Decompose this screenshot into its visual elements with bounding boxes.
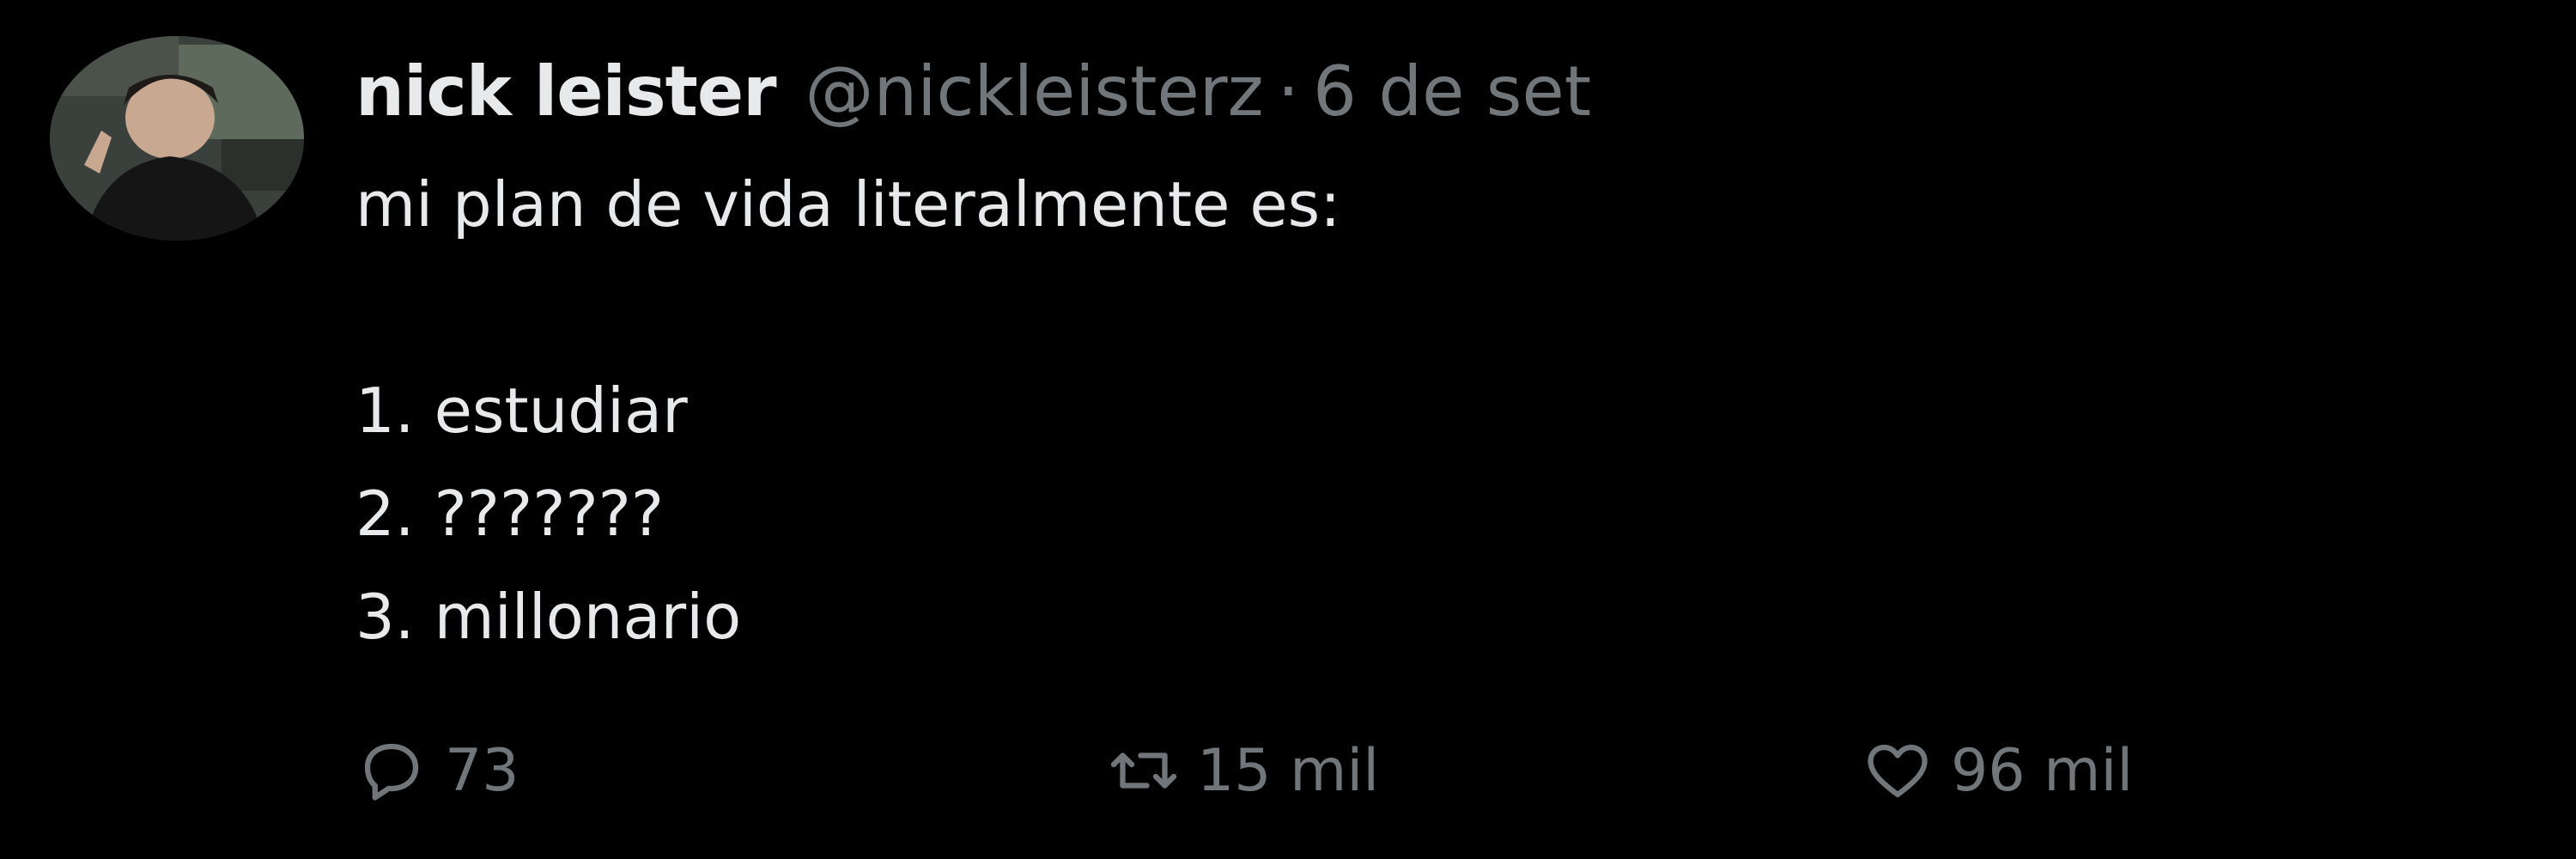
tweet-line: mi plan de vida literalmente es: <box>355 168 1341 241</box>
reply-icon <box>355 734 428 807</box>
retweet-icon <box>1108 734 1180 807</box>
tweet-line: 2. ??????? <box>355 478 665 550</box>
tweet-header: nick leister @nickleisterz · 6 de set <box>355 45 1591 139</box>
tweet-line: 1. estudiar <box>355 375 688 447</box>
heart-icon <box>1862 734 1934 807</box>
tweet-line <box>355 256 2416 359</box>
reply-button[interactable]: 73 <box>355 723 519 818</box>
avatar[interactable] <box>50 36 304 241</box>
tweet-line: 3. millonario <box>355 581 742 653</box>
header-separator: · <box>1277 52 1300 131</box>
like-count: 96 mil <box>1951 736 2134 805</box>
retweet-count: 15 mil <box>1197 736 1380 805</box>
tweet-text: mi plan de vida literalmente es: 1. estu… <box>355 153 2416 668</box>
tweet-date[interactable]: 6 de set <box>1313 45 1591 139</box>
author-handle[interactable]: @nickleisterz <box>805 45 1264 139</box>
avatar-photo <box>50 36 304 241</box>
author-name[interactable]: nick leister <box>355 45 777 139</box>
reply-count: 73 <box>445 736 519 805</box>
retweet-button[interactable]: 15 mil <box>1108 723 1379 818</box>
tweet-actions: 73 15 mil 96 mil <box>355 723 2330 818</box>
like-button[interactable]: 96 mil <box>1862 723 2133 818</box>
